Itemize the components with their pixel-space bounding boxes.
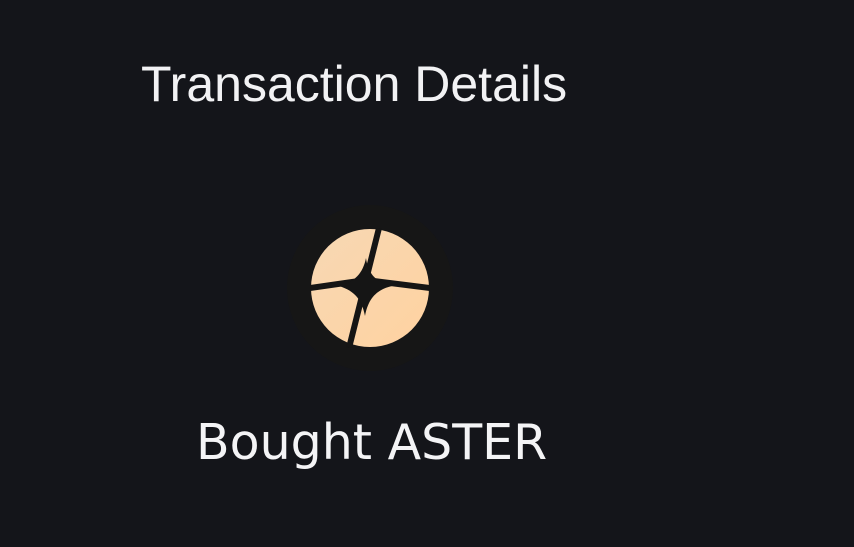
transaction-summary: Bought ASTER [196, 414, 548, 471]
aster-token-icon [310, 228, 430, 348]
page-title: Transaction Details [141, 56, 568, 112]
transaction-details-screen: Transaction Details Bought ASTER [0, 0, 854, 547]
token-icon-container [287, 205, 453, 371]
